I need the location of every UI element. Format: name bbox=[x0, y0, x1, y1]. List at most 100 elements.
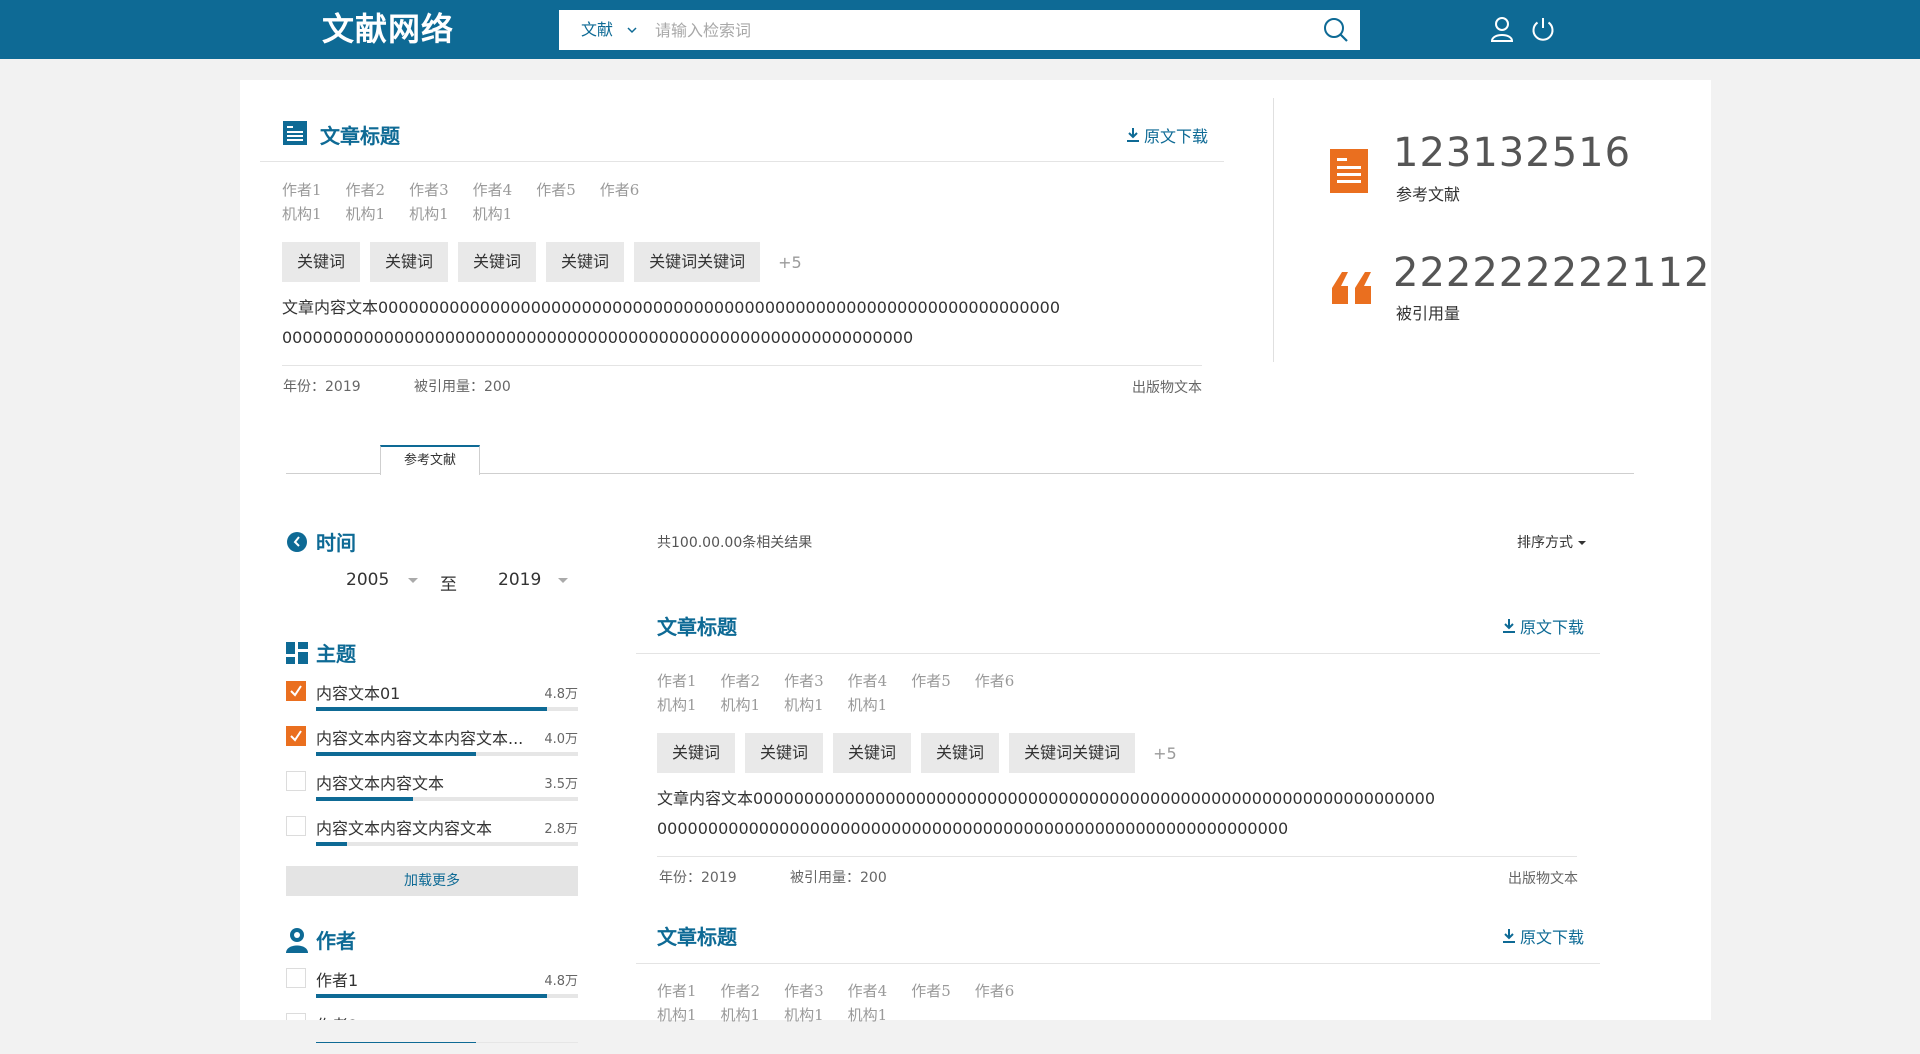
keyword-tag[interactable]: 关键词 bbox=[745, 733, 824, 773]
author-link[interactable]: 作者2 bbox=[721, 982, 761, 1000]
keyword-tag[interactable]: 关键词 bbox=[458, 242, 537, 282]
topic-filter-item[interactable]: 内容文本内容文本内容文本... 4.0万 bbox=[286, 723, 578, 767]
keyword-tag[interactable]: 关键词 bbox=[657, 733, 736, 773]
time-filter-header: 时间 bbox=[286, 527, 356, 556]
caret-down-icon[interactable] bbox=[408, 578, 418, 583]
org-link[interactable]: 机构1 bbox=[784, 1006, 824, 1024]
org-link[interactable]: 机构1 bbox=[848, 696, 888, 714]
power-icon[interactable] bbox=[1528, 14, 1558, 44]
search-bar: 文献 bbox=[559, 10, 1360, 50]
org-link[interactable]: 机构1 bbox=[721, 1006, 761, 1024]
author-link[interactable]: 作者2 bbox=[346, 181, 386, 199]
results-count: 共100.00.00条相关结果 bbox=[657, 535, 813, 551]
search-icon[interactable] bbox=[1322, 16, 1350, 44]
checkbox[interactable] bbox=[286, 816, 306, 836]
download-button[interactable]: 原文下载 bbox=[1502, 924, 1584, 948]
author-link[interactable]: 作者1 bbox=[657, 982, 697, 1000]
author-link[interactable]: 作者5 bbox=[536, 181, 576, 199]
article-title[interactable]: 文章标题 bbox=[320, 120, 400, 149]
keyword-tag[interactable]: 关键词 bbox=[282, 242, 361, 282]
result-title[interactable]: 文章标题 bbox=[657, 611, 737, 640]
org-link[interactable]: 机构1 bbox=[657, 696, 697, 714]
divider bbox=[636, 653, 1600, 654]
author-link[interactable]: 作者2 bbox=[721, 672, 761, 690]
org-link[interactable]: 机构1 bbox=[848, 1006, 888, 1024]
topic-count: 4.0万 bbox=[544, 732, 578, 747]
cited-label: 被引用量 bbox=[1396, 304, 1461, 323]
checkbox[interactable] bbox=[286, 681, 306, 701]
download-icon bbox=[1127, 128, 1139, 142]
user-icon[interactable] bbox=[1487, 14, 1517, 44]
checkbox[interactable] bbox=[286, 968, 306, 988]
author-link[interactable]: 作者3 bbox=[784, 672, 824, 690]
keywords-more[interactable]: +5 bbox=[778, 253, 802, 272]
checkbox[interactable] bbox=[286, 771, 306, 791]
result-title[interactable]: 文章标题 bbox=[657, 921, 737, 950]
author-list: 作者1 作者2 作者3 作者4 作者5 作者6 bbox=[657, 980, 1038, 1001]
keyword-tag[interactable]: 关键词 bbox=[833, 733, 912, 773]
clock-icon bbox=[287, 531, 307, 552]
keywords-more[interactable]: +5 bbox=[1153, 744, 1177, 763]
search-input[interactable] bbox=[653, 15, 1253, 45]
divider bbox=[282, 365, 1202, 366]
author-link[interactable]: 作者6 bbox=[975, 982, 1015, 1000]
chevron-down-icon[interactable] bbox=[625, 23, 639, 37]
author-filter-title: 作者 bbox=[316, 929, 356, 953]
topic-bar-fill bbox=[316, 797, 413, 801]
divider bbox=[636, 963, 1600, 964]
abstract-line: 0000000000000000000000000000000000000000… bbox=[657, 819, 1289, 838]
author-link[interactable]: 作者6 bbox=[600, 181, 640, 199]
author-link[interactable]: 作者4 bbox=[473, 181, 513, 199]
org-link[interactable]: 机构1 bbox=[282, 205, 322, 223]
author-link[interactable]: 作者5 bbox=[911, 672, 951, 690]
keyword-tag[interactable]: 关键词关键词 bbox=[1009, 733, 1136, 773]
sort-dropdown[interactable]: 排序方式 bbox=[1517, 532, 1586, 552]
org-link[interactable]: 机构1 bbox=[346, 205, 386, 223]
author-list: 作者1 作者2 作者3 作者4 作者5 作者6 bbox=[282, 179, 663, 200]
download-button[interactable]: 原文下载 bbox=[1502, 614, 1584, 638]
year-to-select[interactable]: 2019 bbox=[498, 570, 541, 590]
org-link[interactable]: 机构1 bbox=[657, 1006, 697, 1024]
author-link[interactable]: 作者3 bbox=[409, 181, 449, 199]
author-filter-item[interactable]: 作者1 4.8万 bbox=[286, 965, 578, 1009]
org-link[interactable]: 机构1 bbox=[473, 205, 513, 223]
author-link[interactable]: 作者4 bbox=[848, 982, 888, 1000]
download-label: 原文下载 bbox=[1520, 618, 1585, 637]
org-link[interactable]: 机构1 bbox=[784, 696, 824, 714]
caret-down-icon[interactable] bbox=[558, 578, 568, 583]
author-link[interactable]: 作者5 bbox=[911, 982, 951, 1000]
author-label: 作者1 bbox=[316, 971, 359, 990]
topic-filter-item[interactable]: 内容文本内容文内容文本 2.8万 bbox=[286, 813, 578, 857]
org-link[interactable]: 机构1 bbox=[721, 696, 761, 714]
article-publication[interactable]: 出版物文本 bbox=[1132, 377, 1202, 397]
vertical-divider bbox=[1273, 98, 1274, 362]
year-from-select[interactable]: 2005 bbox=[346, 570, 389, 590]
topic-bar-track bbox=[316, 797, 578, 801]
keyword-tag[interactable]: 关键词 bbox=[921, 733, 1000, 773]
download-label: 原文下载 bbox=[1144, 127, 1209, 146]
author-link[interactable]: 作者1 bbox=[282, 181, 322, 199]
year-separator: 至 bbox=[440, 575, 457, 595]
org-list: 机构1 机构1 机构1 机构1 bbox=[657, 694, 911, 715]
abstract-line: 文章内容文本0000000000000000000000000000000000… bbox=[657, 789, 1436, 808]
author-link[interactable]: 作者4 bbox=[848, 672, 888, 690]
load-more-button[interactable]: 加载更多 bbox=[286, 866, 578, 896]
topic-filter-item[interactable]: 内容文本01 4.8万 bbox=[286, 678, 578, 722]
topic-filter-header: 主题 bbox=[286, 638, 356, 667]
keyword-tag[interactable]: 关键词 bbox=[370, 242, 449, 282]
keyword-tag[interactable]: 关键词关键词 bbox=[634, 242, 761, 282]
download-button[interactable]: 原文下载 bbox=[1126, 123, 1208, 147]
keyword-tag[interactable]: 关键词 bbox=[546, 242, 625, 282]
author-link[interactable]: 作者6 bbox=[975, 672, 1015, 690]
author-link[interactable]: 作者3 bbox=[784, 982, 824, 1000]
logo[interactable]: 文献网络 bbox=[322, 10, 454, 48]
checkbox[interactable] bbox=[286, 726, 306, 746]
search-type-select[interactable]: 文献 bbox=[581, 10, 613, 50]
person-icon bbox=[286, 927, 308, 953]
checkmark-icon bbox=[290, 730, 302, 742]
author-link[interactable]: 作者1 bbox=[657, 672, 697, 690]
org-link[interactable]: 机构1 bbox=[409, 205, 449, 223]
result-publication[interactable]: 出版物文本 bbox=[1508, 868, 1578, 888]
tab-references[interactable]: 参考文献 bbox=[380, 445, 480, 475]
topic-filter-item[interactable]: 内容文本内容文本 3.5万 bbox=[286, 768, 578, 812]
